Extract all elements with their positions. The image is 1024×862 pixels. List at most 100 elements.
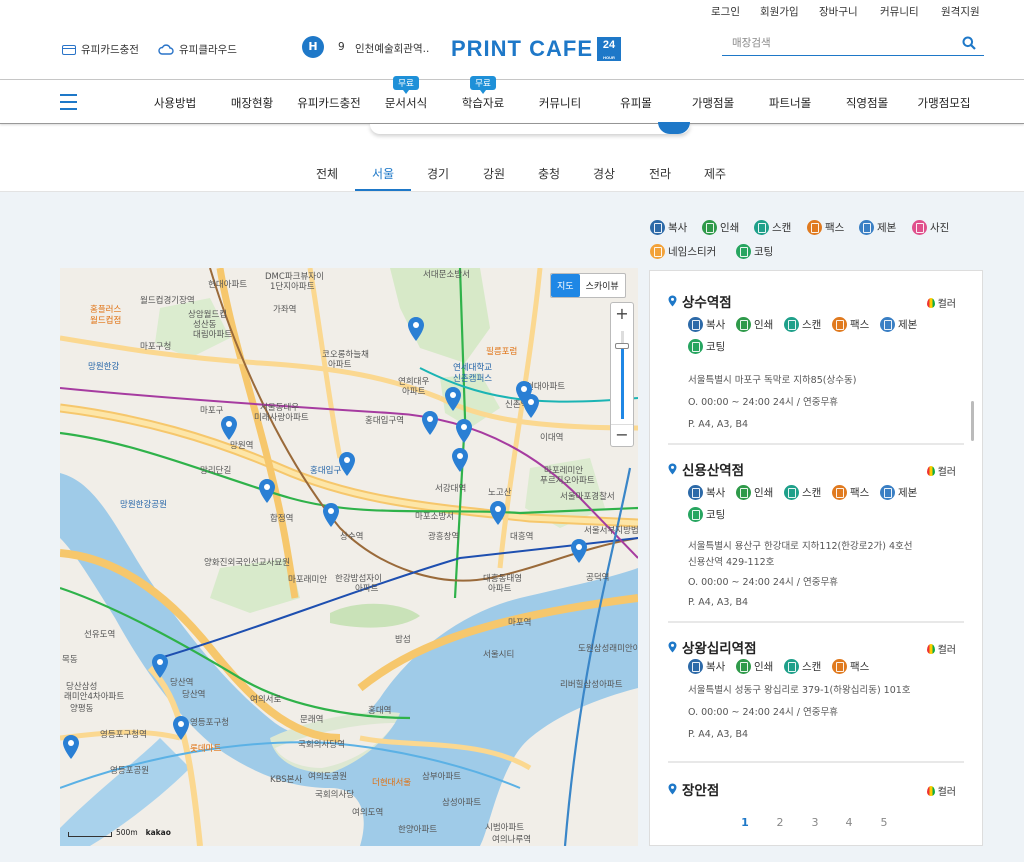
upicard-charge-link[interactable]: 유피카드충전 bbox=[62, 42, 139, 57]
map-label: 영등포구청역 bbox=[100, 730, 147, 740]
page-2[interactable]: 2 bbox=[777, 816, 784, 829]
store-pin[interactable] bbox=[455, 418, 473, 444]
utility-bar: 로그인 회원가입 장바구니 커뮤니티 원격지원 bbox=[0, 0, 1024, 22]
store-pin[interactable] bbox=[421, 410, 439, 436]
skyview-button[interactable]: 스카이뷰 bbox=[580, 274, 625, 297]
print-icon bbox=[736, 317, 751, 332]
print-cafe-logo[interactable]: PRINT CAFE 24 HOUR bbox=[451, 36, 621, 62]
store-pin[interactable] bbox=[407, 316, 425, 342]
store-name[interactable]: 상수역점 bbox=[668, 291, 732, 311]
tab-all[interactable]: 전체 bbox=[316, 165, 338, 182]
service-copy: 복사 bbox=[688, 317, 725, 332]
tab-gangwon[interactable]: 강원 bbox=[483, 165, 505, 182]
tab-chungcheong[interactable]: 충청 bbox=[538, 165, 560, 182]
map-label: 망원한강공원 bbox=[120, 500, 167, 510]
service-fax: 팩스 bbox=[832, 659, 869, 674]
search-icon[interactable] bbox=[962, 36, 976, 50]
nav-franchise-recruit[interactable]: 가맹점모집 bbox=[918, 95, 971, 111]
store-address: 서울특별시 마포구 독막로 지하85(상수동) bbox=[688, 375, 857, 386]
store-paper-sizes: P. A4, A3, B4 bbox=[688, 729, 749, 740]
store-pin[interactable] bbox=[258, 478, 276, 504]
copy-icon bbox=[650, 220, 665, 235]
panel-scrollbar[interactable] bbox=[971, 401, 974, 441]
tab-gyeongsang[interactable]: 경상 bbox=[593, 165, 615, 182]
nav-how-to-use[interactable]: 사용방법 bbox=[154, 95, 196, 111]
copy-icon bbox=[688, 485, 703, 500]
map-view-button[interactable]: 지도 bbox=[551, 274, 580, 297]
hamburger-menu-icon[interactable] bbox=[60, 94, 77, 110]
nav-study-materials[interactable]: 무료 학습자료 bbox=[462, 76, 504, 111]
page-1[interactable]: 1 bbox=[741, 816, 749, 829]
cart-link[interactable]: 장바구니 bbox=[819, 4, 858, 19]
store-map[interactable]: DMC파크뷰자이 1단지아파트 서대문소방서 현대아파트 가좌역 월드컵경기장역… bbox=[60, 268, 638, 846]
page-3[interactable]: 3 bbox=[812, 816, 819, 829]
store-pin[interactable] bbox=[62, 734, 80, 760]
store-card[interactable]: 신용산역점 컬러 복사 인쇄 스캔 팩스 제본 코팅 서울특별시 용산구 한강대… bbox=[668, 459, 964, 609]
tab-jeju[interactable]: 제주 bbox=[704, 165, 726, 182]
nav-document-forms[interactable]: 무료 문서서식 bbox=[385, 76, 427, 111]
tab-gyeonggi[interactable]: 경기 bbox=[427, 165, 449, 182]
store-pin[interactable] bbox=[151, 653, 169, 679]
store-card[interactable]: 장안점 컬러 bbox=[668, 779, 964, 805]
nav-direct-mall[interactable]: 직영점몰 bbox=[846, 95, 888, 111]
signup-link[interactable]: 회원가입 bbox=[760, 4, 799, 19]
tab-seoul[interactable]: 서울 bbox=[372, 165, 394, 182]
store-pin[interactable] bbox=[570, 538, 588, 564]
color-drop-icon bbox=[926, 785, 935, 796]
service-binding: 제본 bbox=[880, 317, 917, 332]
divider bbox=[668, 761, 964, 763]
store-search-input[interactable] bbox=[722, 32, 952, 54]
service-copy: 복사 bbox=[688, 659, 725, 674]
nav-store-status[interactable]: 매장현황 bbox=[231, 95, 273, 111]
name-sticker-icon bbox=[650, 244, 665, 259]
store-pin[interactable] bbox=[172, 715, 190, 741]
store-address: 서울특별시 용산구 한강대로 지하112(한강로2가) 4호선 bbox=[688, 541, 913, 552]
store-pin[interactable] bbox=[220, 415, 238, 441]
map-label: 더현대서울 bbox=[372, 778, 412, 788]
community-link[interactable]: 커뮤니티 bbox=[880, 4, 919, 19]
upicloud-link[interactable]: 유피클라우드 bbox=[158, 42, 237, 57]
remote-support-link[interactable]: 원격지원 bbox=[941, 4, 980, 19]
store-pin[interactable] bbox=[444, 386, 462, 412]
zoom-in-button[interactable]: + bbox=[611, 303, 633, 325]
divider bbox=[668, 621, 964, 623]
map-label: 한양아파트 bbox=[398, 825, 438, 835]
map-label: 아파트 bbox=[328, 360, 352, 370]
nav-community[interactable]: 커뮤니티 bbox=[539, 95, 581, 111]
store-pin[interactable] bbox=[322, 502, 340, 528]
fax-icon bbox=[807, 220, 822, 235]
map-label: 합정역 bbox=[270, 514, 294, 524]
store-card[interactable]: 상수역점 컬러 복사 인쇄 스캔 팩스 제본 코팅 서울특별시 마포구 독막로 … bbox=[668, 291, 964, 441]
page-5[interactable]: 5 bbox=[881, 816, 888, 829]
map-label: 노고산 bbox=[488, 488, 512, 498]
tab-jeolla[interactable]: 전라 bbox=[649, 165, 671, 182]
nav-card-charge[interactable]: 유피카드충전 bbox=[297, 95, 360, 111]
zoom-slider-handle[interactable] bbox=[615, 343, 629, 349]
notice-ticker-link[interactable]: 인천예술회관역.. bbox=[355, 41, 429, 56]
logo-24-badge: 24 HOUR bbox=[597, 37, 621, 61]
map-label: 이대역 bbox=[540, 433, 564, 443]
store-name[interactable]: 상왕십리역점 bbox=[668, 637, 757, 657]
store-pin[interactable] bbox=[451, 447, 469, 473]
free-badge: 무료 bbox=[470, 76, 496, 94]
store-pin[interactable] bbox=[522, 393, 540, 419]
store-name[interactable]: 장안점 bbox=[668, 779, 719, 799]
map-label: 홍대입구 bbox=[310, 466, 342, 476]
coating-icon bbox=[736, 244, 751, 259]
login-link[interactable]: 로그인 bbox=[711, 4, 740, 19]
store-hours: O. 00:00 ~ 24:00 24시 / 연중무휴 bbox=[688, 397, 838, 408]
map-label: 서울시티 bbox=[483, 650, 515, 660]
nav-partner-mall[interactable]: 파트너몰 bbox=[769, 95, 811, 111]
map-label: 신촌캠퍼스 bbox=[453, 374, 493, 384]
store-card[interactable]: 상왕십리역점 컬러 복사 인쇄 스캔 팩스 서울특별시 성동구 왕십리로 379… bbox=[668, 637, 964, 767]
store-pin[interactable] bbox=[338, 451, 356, 477]
nav-upi-mall[interactable]: 유피몰 bbox=[620, 95, 652, 111]
nav-franchise-mall[interactable]: 가맹점몰 bbox=[692, 95, 734, 111]
binding-icon bbox=[880, 317, 895, 332]
page-4[interactable]: 4 bbox=[846, 816, 853, 829]
store-name[interactable]: 신용산역점 bbox=[668, 459, 744, 479]
map-label: 대림아파트 bbox=[193, 330, 233, 340]
map-label: 당산역 bbox=[182, 690, 206, 700]
zoom-out-button[interactable]: − bbox=[611, 424, 633, 446]
store-pin[interactable] bbox=[489, 500, 507, 526]
